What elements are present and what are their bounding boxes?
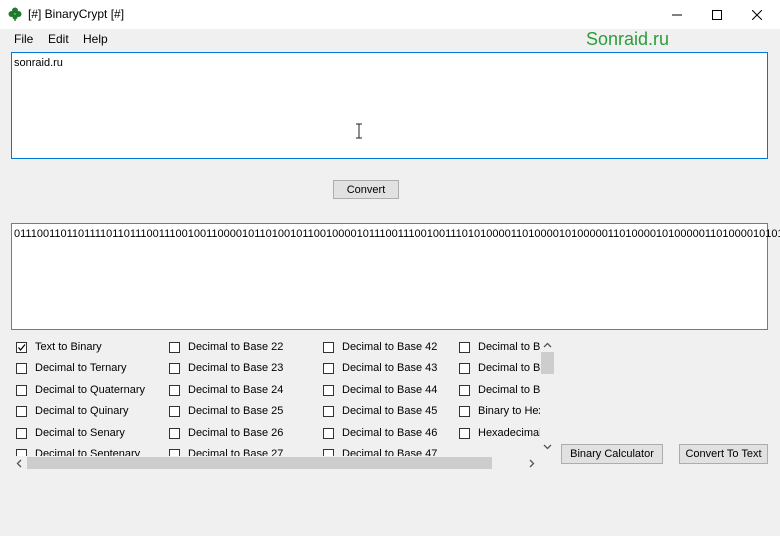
input-text: sonraid.ru xyxy=(14,57,63,69)
menu-file[interactable]: File xyxy=(14,32,33,46)
horizontal-scroll-thumb[interactable] xyxy=(27,457,492,469)
title-bar: [#] BinaryCrypt [#] xyxy=(0,0,780,29)
option-label: Decimal to Base 42 xyxy=(342,341,438,353)
option-label: Decimal to Bas xyxy=(478,341,540,353)
watermark: Sonraid.ru xyxy=(586,29,670,49)
checkbox[interactable] xyxy=(459,363,470,374)
checkbox[interactable] xyxy=(459,406,470,417)
scroll-up-icon[interactable] xyxy=(543,342,552,348)
scroll-right-icon[interactable] xyxy=(529,459,535,468)
checkbox[interactable] xyxy=(323,428,334,439)
maximize-icon xyxy=(712,9,722,20)
menu-help[interactable]: Help xyxy=(83,32,108,46)
checkbox[interactable] xyxy=(16,363,27,374)
scroll-left-icon[interactable] xyxy=(16,459,22,468)
binary-calculator-button[interactable]: Binary Calculator xyxy=(561,444,663,464)
option-label: Decimal to Septenary xyxy=(35,448,141,456)
close-icon xyxy=(752,9,762,20)
option-label: Decimal to Base 43 xyxy=(342,362,438,374)
output-textbox[interactable]: 0111001101101111011011100111001001100001… xyxy=(11,223,780,330)
checkbox[interactable] xyxy=(16,449,27,456)
conversion-options-panel: Text to Binary Decimal to Ternary Decima… xyxy=(12,338,540,456)
option-label: Decimal to Base 24 xyxy=(188,384,284,396)
checkbox[interactable] xyxy=(169,363,180,374)
checkbox[interactable] xyxy=(169,428,180,439)
option-label: Decimal to Base 47 xyxy=(342,448,438,456)
option-label: Decimal to Quinary xyxy=(35,405,129,417)
option-label: Decimal to Base 26 xyxy=(188,427,284,439)
window-title: [#] BinaryCrypt [#] xyxy=(28,7,125,21)
minimize-icon xyxy=(672,14,682,15)
close-button[interactable] xyxy=(734,0,780,29)
option-label: Decimal to Bas xyxy=(478,384,540,396)
option-label: Decimal to Base 44 xyxy=(342,384,438,396)
checkbox[interactable] xyxy=(323,449,334,456)
option-label: Hexadecimal to xyxy=(478,427,540,439)
option-label: Decimal to Base 45 xyxy=(342,405,438,417)
checkbox[interactable] xyxy=(16,428,27,439)
checkbox[interactable] xyxy=(169,385,180,396)
checkbox[interactable] xyxy=(459,342,470,353)
option-label: Decimal to Base 23 xyxy=(188,362,284,374)
horizontal-scrollbar[interactable] xyxy=(12,456,540,470)
convert-to-text-button[interactable]: Convert To Text xyxy=(679,444,768,464)
checkbox[interactable] xyxy=(16,385,27,396)
checkbox[interactable] xyxy=(16,406,27,417)
checkbox[interactable] xyxy=(459,385,470,396)
clover-icon xyxy=(8,7,22,21)
option-label: Decimal to Base 27 xyxy=(188,448,284,456)
checkbox[interactable] xyxy=(323,385,334,396)
menu-edit[interactable]: Edit xyxy=(48,32,69,46)
option-label: Decimal to Base 46 xyxy=(342,427,438,439)
convert-button[interactable]: Convert xyxy=(333,180,399,199)
checkbox[interactable] xyxy=(16,342,27,353)
scroll-down-icon[interactable] xyxy=(543,444,552,450)
checkbox[interactable] xyxy=(169,449,180,456)
checkbox[interactable] xyxy=(169,342,180,353)
checkbox[interactable] xyxy=(169,406,180,417)
text-cursor-icon xyxy=(356,123,362,139)
option-label: Decimal to Quaternary xyxy=(35,384,146,396)
checkbox[interactable] xyxy=(323,363,334,374)
checkbox[interactable] xyxy=(323,406,334,417)
option-label: Binary to Hexad xyxy=(478,405,540,417)
option-label: Decimal to Ternary xyxy=(35,362,127,374)
option-label: Decimal to Bas xyxy=(478,362,540,374)
option-label: Decimal to Base 22 xyxy=(188,341,284,353)
option-label: Text to Binary xyxy=(35,341,102,353)
vertical-scroll-thumb[interactable] xyxy=(541,352,554,374)
checkbox[interactable] xyxy=(459,428,470,439)
output-text: 0111001101101111011011100111001001100001… xyxy=(14,228,780,240)
option-label: Decimal to Senary xyxy=(35,427,125,439)
vertical-scrollbar[interactable] xyxy=(540,338,555,456)
input-textbox[interactable]: sonraid.ru xyxy=(11,52,768,159)
option-label: Decimal to Base 25 xyxy=(188,405,284,417)
checkbox[interactable] xyxy=(323,342,334,353)
checkmark-icon xyxy=(18,344,26,351)
